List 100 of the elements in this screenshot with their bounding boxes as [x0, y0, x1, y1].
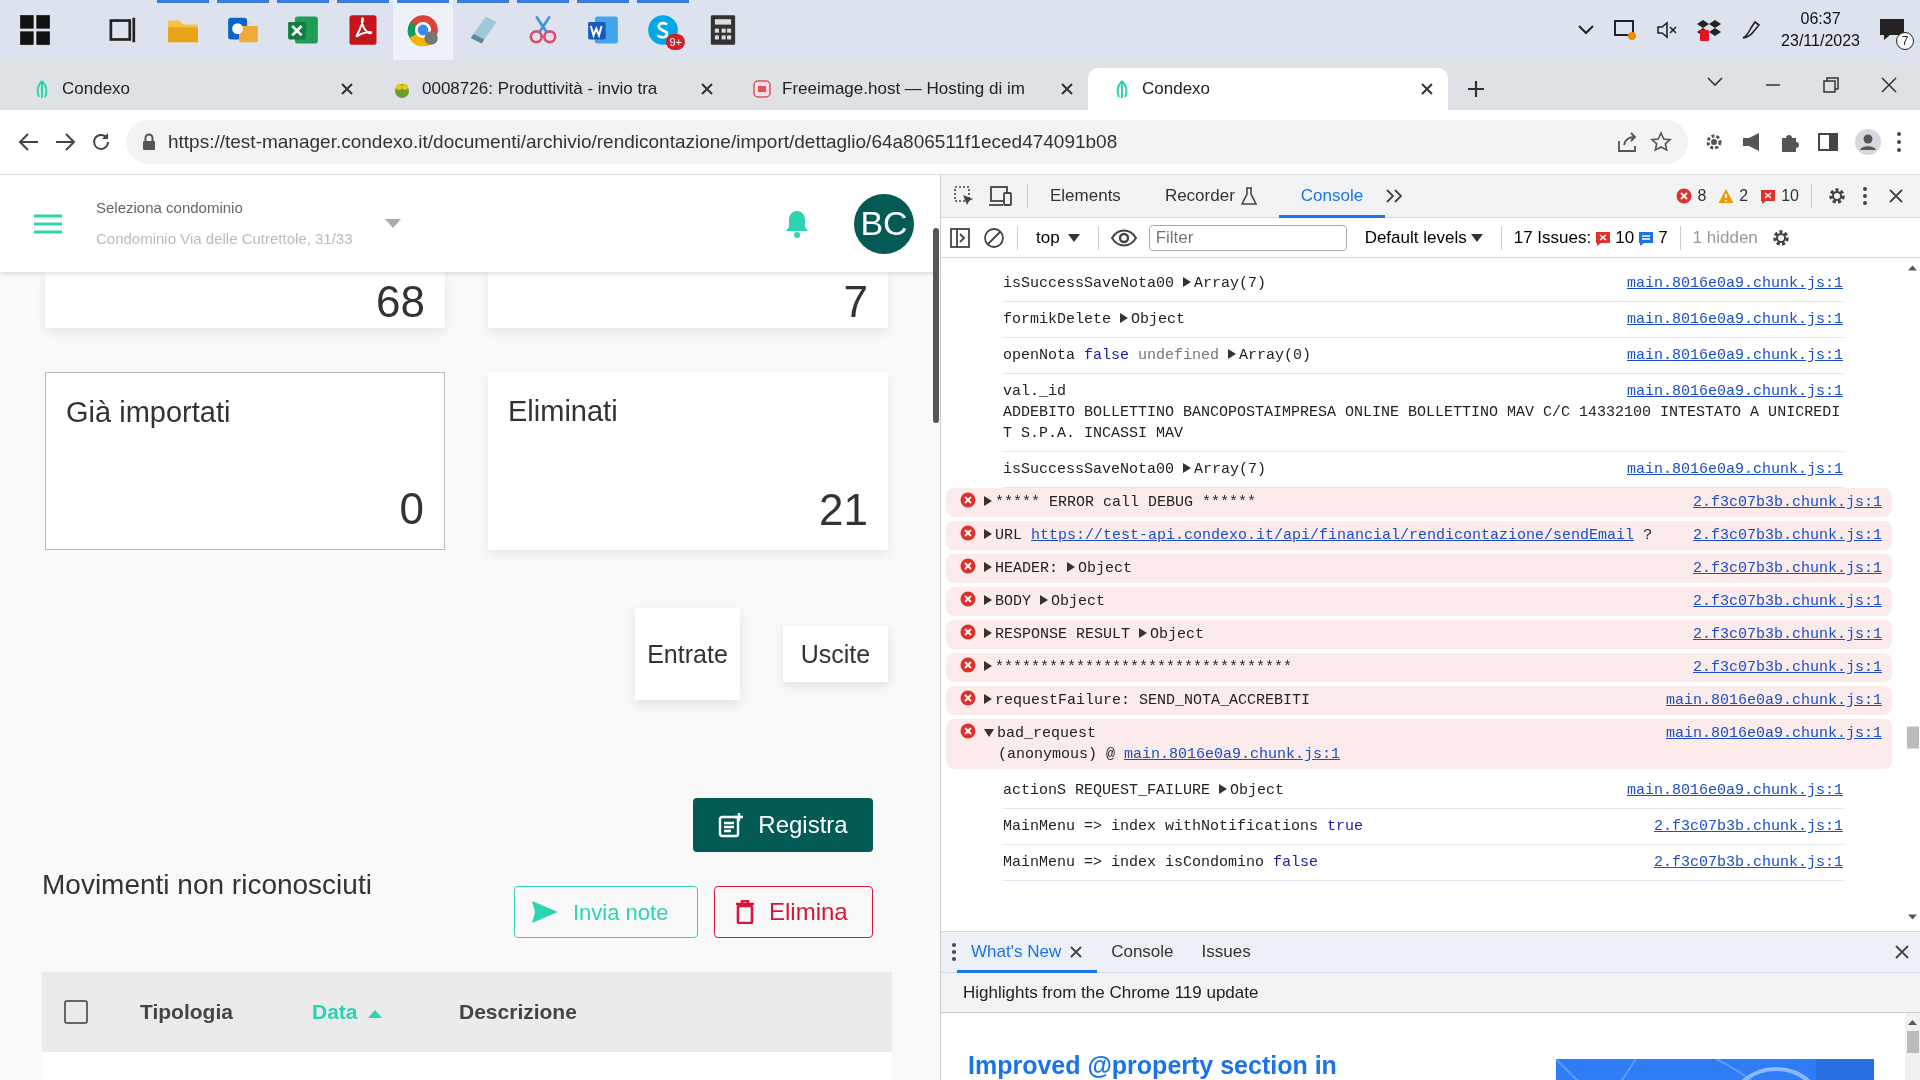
chevron-down-icon[interactable] — [1577, 24, 1596, 36]
source-link[interactable]: main.8016e0a9.chunk.js:1 — [1124, 746, 1341, 763]
drawer-tab[interactable]: Issues — [1187, 931, 1265, 973]
disclosure-triangle-icon[interactable] — [984, 661, 992, 671]
back-icon[interactable] — [18, 131, 40, 153]
source-link[interactable]: 2.f3c07b3b.chunk.js:1 — [1653, 852, 1843, 873]
profile-icon[interactable] — [1854, 128, 1882, 156]
disclosure-triangle-icon[interactable] — [1067, 562, 1075, 572]
disclosure-triangle-icon[interactable] — [984, 496, 992, 506]
warning-count[interactable]: 2 — [1718, 184, 1749, 208]
object-preview[interactable]: Object — [1078, 560, 1133, 577]
devtools-tab[interactable]: Recorder — [1142, 174, 1279, 218]
register-button[interactable]: Registra — [693, 798, 873, 852]
browser-tab[interactable]: Condexo — [1088, 68, 1448, 110]
reload-icon[interactable] — [90, 131, 112, 153]
source-link[interactable]: 2.f3c07b3b.chunk.js:1 — [1692, 624, 1882, 645]
close-icon[interactable] — [1060, 82, 1074, 96]
device-icon[interactable] — [989, 185, 1013, 207]
object-preview[interactable]: Object — [1150, 626, 1205, 643]
sidebar-icon[interactable] — [949, 226, 971, 249]
column-header[interactable]: Descrizione — [459, 996, 659, 1028]
star-icon[interactable] — [1650, 131, 1672, 153]
stat-card[interactable]: Eliminati 21 — [488, 372, 888, 550]
settings-icon[interactable] — [1826, 185, 1848, 207]
kebab-menu-icon[interactable] — [1896, 131, 1902, 153]
user-avatar[interactable]: BC — [854, 193, 914, 254]
address-bar[interactable]: https://test-manager.condexo.it/documenti/archivio/rendicontazione/import/dettaglio/64a806511f1eced474091b08 — [126, 120, 1688, 164]
browser-tab[interactable]: Freeimage.host — Hosting di im — [728, 68, 1088, 110]
close-icon[interactable] — [1894, 944, 1910, 960]
boxes-icon[interactable] — [1697, 18, 1722, 42]
share-icon[interactable] — [1616, 131, 1638, 153]
issues-button[interactable]: 17 Issues: 10 7 — [1513, 224, 1668, 251]
object-preview[interactable]: Array(7) — [1194, 461, 1267, 478]
object-preview[interactable]: Array(7) — [1194, 275, 1267, 292]
object-preview[interactable]: Object — [1131, 311, 1186, 328]
display-icon[interactable] — [1613, 18, 1638, 42]
source-link[interactable]: 2.f3c07b3b.chunk.js:1 — [1692, 492, 1882, 513]
levels-select[interactable]: Default levels — [1358, 223, 1489, 252]
stat-card[interactable]: Già importati 0 — [45, 372, 445, 550]
condominium-select[interactable]: Seleziona condominio Condominio Via delle Cutrettole, 31/33 — [96, 197, 401, 250]
disclosure-triangle-icon[interactable] — [1139, 628, 1148, 638]
source-link[interactable]: main.8016e0a9.chunk.js:1 — [1665, 690, 1882, 711]
disclosure-triangle-icon[interactable] — [984, 694, 992, 704]
disclosure-triangle-icon[interactable] — [984, 529, 992, 539]
issue-count[interactable]: 10 — [1760, 184, 1799, 208]
source-link[interactable]: main.8016e0a9.chunk.js:1 — [1626, 459, 1843, 480]
browser-tab[interactable]: Condexo — [8, 68, 368, 110]
inspect-icon[interactable] — [953, 185, 975, 207]
disclosure-triangle-icon[interactable] — [1228, 349, 1237, 359]
plus-icon[interactable] — [1466, 79, 1486, 99]
source-link[interactable]: main.8016e0a9.chunk.js:1 — [1626, 273, 1843, 294]
stat-card[interactable]: 7 — [488, 272, 888, 328]
object-preview[interactable]: Array(0) — [1239, 347, 1312, 364]
source-link[interactable]: 2.f3c07b3b.chunk.js:1 — [1692, 558, 1882, 579]
side-panel-icon[interactable] — [1816, 130, 1840, 154]
source-link[interactable]: main.8016e0a9.chunk.js:1 — [1626, 381, 1843, 402]
taskbar-app-button[interactable]: 9+ — [633, 0, 693, 60]
toggle-button[interactable]: Entrate — [635, 608, 740, 700]
source-link[interactable]: main.8016e0a9.chunk.js:1 — [1626, 309, 1843, 330]
error-count[interactable]: 8 — [1676, 184, 1707, 208]
delete-button[interactable]: Elimina — [714, 886, 873, 938]
source-link[interactable]: 2.f3c07b3b.chunk.js:1 — [1653, 816, 1843, 837]
source-link[interactable]: main.8016e0a9.chunk.js:1 — [1626, 345, 1843, 366]
clear-icon[interactable] — [983, 226, 1005, 249]
kebab-menu-icon[interactable] — [951, 942, 957, 962]
devtools-tab[interactable]: Elements — [1028, 174, 1143, 218]
kebab-menu-icon[interactable] — [1862, 186, 1868, 206]
column-header[interactable]: Tipologia — [140, 996, 312, 1028]
source-link[interactable]: 2.f3c07b3b.chunk.js:1 — [1692, 591, 1882, 612]
toggle-button[interactable]: Uscite — [783, 626, 888, 683]
object-preview[interactable]: Object — [1230, 782, 1285, 799]
disclosure-triangle-icon[interactable] — [984, 562, 992, 572]
close-icon[interactable] — [1420, 82, 1434, 96]
disclosure-triangle-icon[interactable] — [984, 729, 994, 737]
disclosure-triangle-icon[interactable] — [1120, 313, 1129, 323]
close-icon[interactable] — [340, 82, 354, 96]
forward-icon[interactable] — [54, 131, 76, 153]
disclosure-triangle-icon[interactable] — [984, 595, 992, 605]
disclosure-triangle-icon[interactable] — [1219, 784, 1228, 794]
disclosure-triangle-icon[interactable] — [984, 628, 992, 638]
taskbar-clock[interactable]: 06:37 23/11/2023 — [1781, 8, 1860, 52]
source-link[interactable]: 2.f3c07b3b.chunk.js:1 — [1692, 525, 1882, 546]
disclosure-triangle-icon[interactable] — [1040, 595, 1048, 605]
eye-icon[interactable] — [1110, 228, 1137, 247]
close-icon[interactable] — [1880, 76, 1898, 94]
source-link[interactable]: 2.f3c07b3b.chunk.js:1 — [1692, 657, 1882, 678]
devtools-tab[interactable]: Console — [1278, 174, 1386, 218]
more-tabs-icon[interactable] — [1385, 188, 1404, 204]
chevron-down-icon[interactable] — [1706, 76, 1724, 88]
browser-tab[interactable]: 0008726: Produttività - invio tra — [368, 68, 728, 110]
close-icon[interactable] — [1888, 188, 1904, 204]
filter-field[interactable]: Filter — [1148, 224, 1347, 251]
source-link[interactable]: main.8016e0a9.chunk.js:1 — [1626, 780, 1843, 801]
url-link[interactable]: https://test-api.condexo.it/api/financial/rendicontazione/sendEmail — [1031, 527, 1635, 544]
disclosure-triangle-icon[interactable] — [1183, 277, 1192, 287]
stat-card[interactable]: 68 — [45, 272, 445, 328]
restore-icon[interactable] — [1822, 76, 1840, 94]
select-all-checkbox[interactable] — [64, 1000, 88, 1024]
object-preview[interactable]: Object — [1051, 593, 1106, 610]
context-select[interactable]: top — [1030, 223, 1086, 252]
